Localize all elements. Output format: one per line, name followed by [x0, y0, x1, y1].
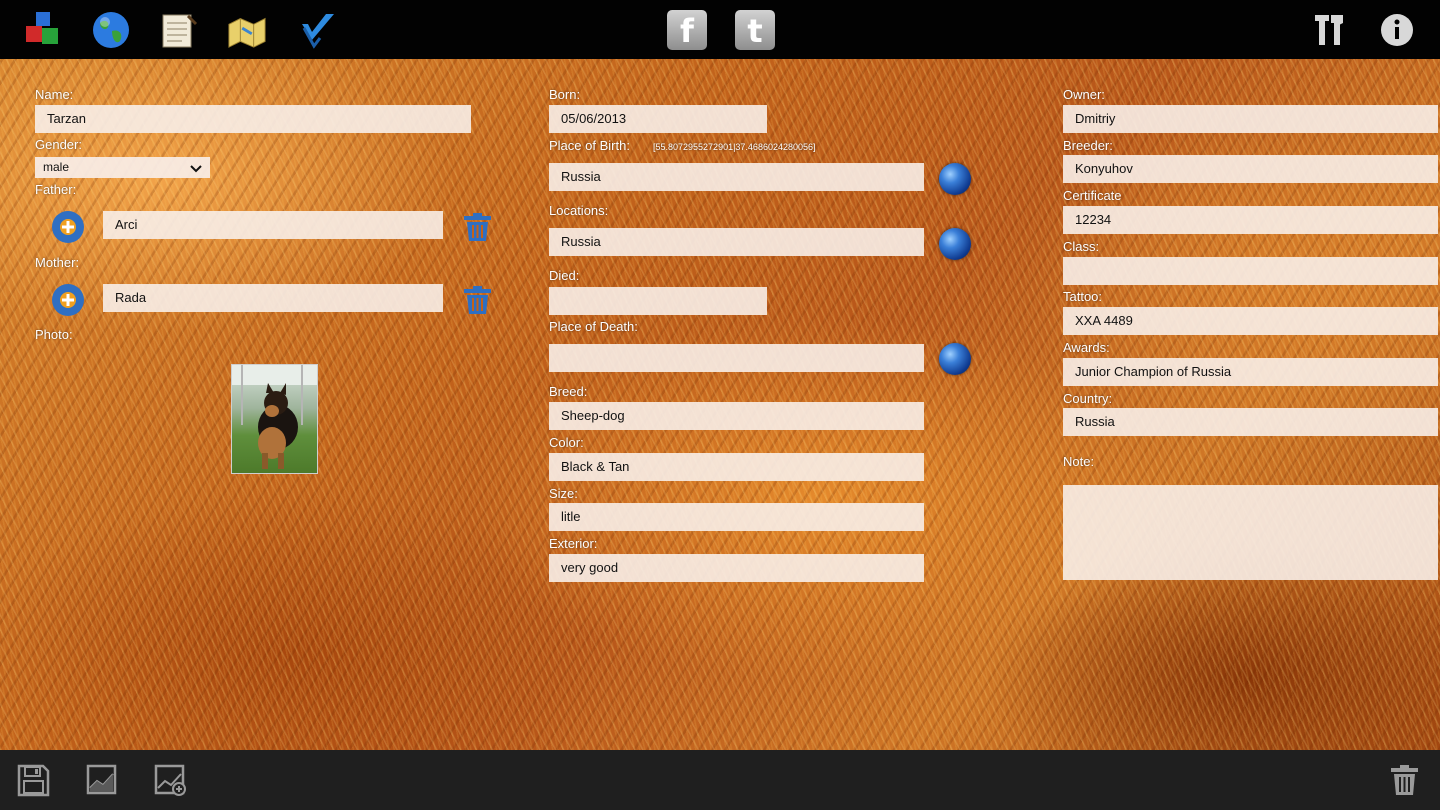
remove-mother-button[interactable]	[463, 285, 492, 320]
photo-label: Photo:	[35, 327, 73, 342]
place-of-death-field[interactable]	[549, 344, 924, 372]
awards-label: Awards:	[1063, 340, 1110, 355]
father-label: Father:	[35, 182, 77, 197]
death-map-globe-icon[interactable]	[939, 343, 971, 375]
certificate-field[interactable]: 12234	[1063, 206, 1438, 234]
locations-field[interactable]: Russia	[549, 228, 924, 256]
tattoo-label: Tattoo:	[1063, 289, 1103, 304]
locations-label: Locations:	[549, 203, 609, 218]
owner-field[interactable]: Dmitriy	[1063, 105, 1438, 133]
info-icon[interactable]	[1377, 10, 1417, 50]
size-label: Size:	[549, 486, 578, 501]
top-app-bar: f t	[0, 0, 1440, 59]
trash-icon	[464, 213, 491, 241]
facebook-icon[interactable]: f	[667, 10, 707, 50]
globe-icon[interactable]	[91, 10, 131, 50]
trash-icon	[464, 286, 491, 314]
breeder-label: Breeder:	[1063, 138, 1113, 153]
place-of-birth-label: Place of Birth:	[549, 138, 630, 153]
born-date-field[interactable]: 05/06/2013	[549, 105, 767, 133]
chart-icon[interactable]	[86, 764, 117, 800]
died-label: Died:	[549, 268, 580, 283]
birth-coordinates: [55.8072955272901|37.4686024280056]	[653, 142, 816, 152]
birth-map-globe-icon[interactable]	[939, 163, 971, 195]
class-field[interactable]	[1063, 257, 1438, 285]
map-icon[interactable]	[227, 10, 267, 50]
awards-field[interactable]: Junior Champion of Russia	[1063, 358, 1438, 386]
puppy-image	[232, 365, 317, 469]
exterior-label: Exterior:	[549, 536, 598, 551]
chart-edit-icon[interactable]	[154, 764, 187, 802]
breed-label: Breed:	[549, 384, 588, 399]
add-mother-button[interactable]	[52, 284, 84, 316]
tattoo-field[interactable]: XXA 4489	[1063, 307, 1438, 335]
place-of-birth-field[interactable]: Russia	[549, 163, 924, 191]
gender-select[interactable]: male	[35, 157, 210, 178]
gender-value: male	[43, 160, 70, 174]
trash-icon[interactable]	[1390, 764, 1419, 801]
locations-map-globe-icon[interactable]	[939, 228, 971, 260]
tools-icon[interactable]	[1310, 10, 1350, 50]
gender-label: Gender:	[35, 137, 82, 152]
country-label: Country:	[1063, 391, 1113, 406]
cubes-icon[interactable]	[24, 10, 64, 50]
mother-label: Mother:	[35, 255, 80, 270]
plus-icon	[60, 292, 76, 308]
save-icon[interactable]	[17, 764, 50, 802]
remove-father-button[interactable]	[463, 212, 492, 247]
died-date-field[interactable]	[549, 287, 767, 315]
breeder-field[interactable]: Konyuhov	[1063, 155, 1438, 183]
certificate-label: Certificate	[1063, 188, 1122, 203]
chevron-down-icon	[190, 162, 202, 176]
notepad-icon[interactable]	[158, 10, 198, 50]
father-field[interactable]: Arci	[103, 211, 443, 239]
exterior-field[interactable]: very good	[549, 554, 924, 582]
country-field[interactable]: Russia	[1063, 408, 1438, 436]
class-label: Class:	[1063, 239, 1100, 254]
name-field[interactable]: Tarzan	[35, 105, 471, 133]
plus-icon	[60, 219, 76, 235]
color-label: Color:	[549, 435, 584, 450]
size-field[interactable]: litle	[549, 503, 924, 531]
checkmark-icon[interactable]	[298, 10, 338, 50]
dog-photo[interactable]	[231, 364, 318, 474]
owner-label: Owner:	[1063, 87, 1105, 102]
breed-field[interactable]: Sheep-dog	[549, 402, 924, 430]
name-label: Name:	[35, 87, 74, 102]
mother-field[interactable]: Rada	[103, 284, 443, 312]
born-label: Born:	[549, 87, 581, 102]
note-label: Note:	[1063, 454, 1095, 469]
bottom-app-bar	[0, 750, 1440, 810]
note-textarea[interactable]	[1063, 485, 1438, 580]
color-field[interactable]: Black & Tan	[549, 453, 924, 481]
add-father-button[interactable]	[52, 211, 84, 243]
twitter-icon[interactable]: t	[735, 10, 775, 50]
place-of-death-label: Place of Death:	[549, 319, 638, 334]
